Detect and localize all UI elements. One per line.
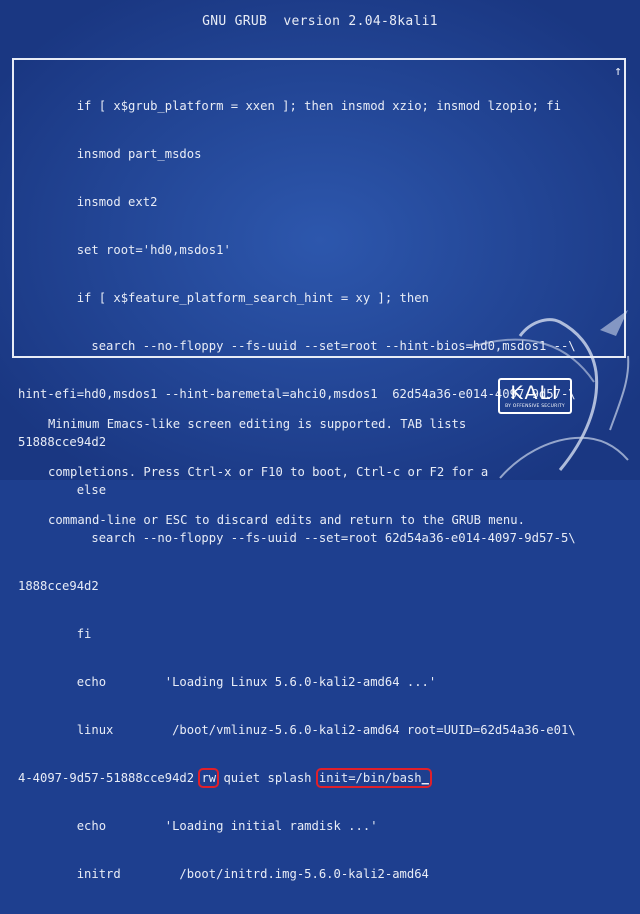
kernel-options-text: quiet splash bbox=[216, 771, 319, 785]
editor-line[interactable]: insmod part_msdos bbox=[18, 146, 618, 162]
rw-option-highlight[interactable]: rw bbox=[198, 768, 220, 788]
text-cursor: _ bbox=[421, 771, 429, 785]
editor-line[interactable]: set root='hd0,msdos1' bbox=[18, 242, 618, 258]
editor-line[interactable]: echo 'Loading Linux 5.6.0-kali2-amd64 ..… bbox=[18, 674, 618, 690]
help-line: Minimum Emacs-like screen editing is sup… bbox=[48, 417, 467, 431]
editor-line[interactable]: initrd /boot/initrd.img-5.6.0-kali2-amd6… bbox=[18, 866, 618, 882]
init-bash-highlight[interactable]: init=/bin/bash_ bbox=[315, 768, 432, 788]
editor-line[interactable]: echo 'Loading initial ramdisk ...' bbox=[18, 818, 618, 834]
editor-line[interactable]: linux /boot/vmlinuz-5.6.0-kali2-amd64 ro… bbox=[18, 722, 618, 738]
editor-line[interactable]: insmod ext2 bbox=[18, 194, 618, 210]
kernel-args-line[interactable]: 4-4097-9d57-51888cce94d2 rw quiet splash… bbox=[18, 768, 618, 788]
init-option-text: init=/bin/bash bbox=[318, 771, 422, 785]
boot-entry-editor[interactable]: ↑ if [ x$grub_platform = xxen ]; then in… bbox=[12, 58, 626, 881]
help-line: command-line or ESC to discard edits and… bbox=[48, 513, 525, 527]
editor-line[interactable]: if [ x$feature_platform_search_hint = xy… bbox=[18, 290, 618, 306]
editor-line[interactable]: 1888cce94d2 bbox=[18, 578, 618, 594]
kali-logo: KALI BY OFFENSIVE SECURITY bbox=[498, 378, 572, 414]
kernel-uuid-tail: 4-4097-9d57-51888cce94d2 bbox=[18, 771, 202, 785]
editor-line[interactable]: if [ x$grub_platform = xxen ]; then insm… bbox=[18, 98, 618, 114]
kali-logo-tagline: BY OFFENSIVE SECURITY bbox=[505, 404, 565, 409]
editor-line[interactable]: fi bbox=[18, 626, 618, 642]
grub-title: GNU GRUB version 2.04-8kali1 bbox=[202, 14, 438, 29]
help-line: completions. Press Ctrl-x or F10 to boot… bbox=[48, 465, 489, 479]
editor-line[interactable]: search --no-floppy --fs-uuid --set=root … bbox=[18, 338, 618, 354]
kali-logo-word: KALI bbox=[510, 382, 560, 404]
